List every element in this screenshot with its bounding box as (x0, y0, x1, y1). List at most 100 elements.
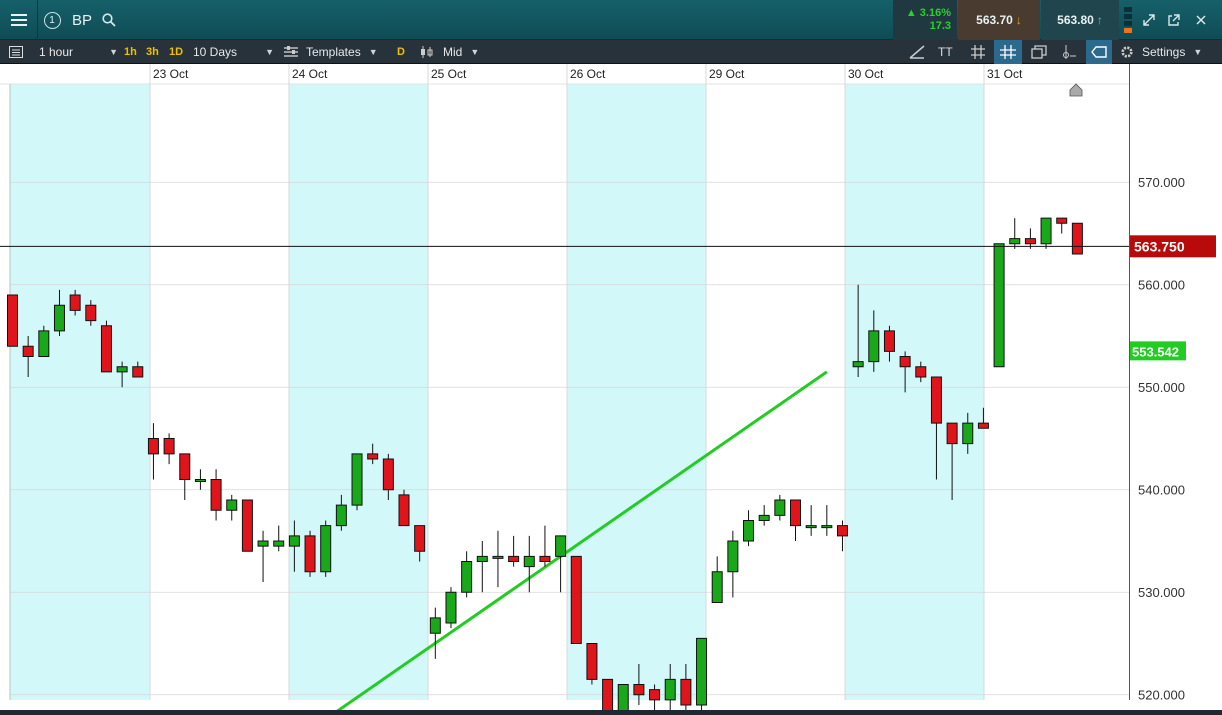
alerts-button[interactable]: 1 (40, 0, 64, 40)
candle (476, 541, 488, 593)
candle (508, 535, 520, 567)
candle (727, 530, 739, 598)
candle (461, 551, 473, 598)
range-select[interactable]: 10 Days ▼ (190, 40, 274, 64)
menu-button[interactable] (0, 0, 38, 40)
instrument-name[interactable]: BP (72, 0, 96, 40)
popout-button[interactable] (1165, 0, 1183, 40)
candle-body (179, 453, 191, 480)
candle-body (664, 678, 676, 701)
buy-price-button[interactable]: 563.80 ↑ (1041, 0, 1119, 40)
candle (179, 453, 191, 500)
candle-body (711, 571, 723, 603)
candle-body (508, 555, 520, 562)
alert-marker-icon (1069, 83, 1083, 97)
chart-area[interactable]: 23 Oct 24 Oct 25 Oct 26 Oct 29 Oct 30 Oct 31 O… (0, 64, 1222, 715)
chevron-down-icon: ▼ (368, 47, 378, 57)
candle-body (993, 243, 1005, 368)
candle-body (163, 438, 175, 455)
candle (320, 520, 332, 577)
range-value: 10 Days (193, 45, 238, 59)
sell-price-button[interactable]: 563.70 ↓ (958, 0, 1040, 40)
indicator-button[interactable] (1059, 40, 1079, 64)
instrument-search-button[interactable] (99, 0, 119, 40)
y-tick-label: 530.000 (1138, 585, 1185, 600)
chevron-down-icon: ▼ (265, 47, 274, 57)
candle-body (649, 689, 661, 701)
x-tick-label: 26 Oct (570, 67, 606, 81)
text-size-button[interactable]: TT (938, 40, 953, 64)
y-axis: 570.000 560.000 550.000 540.000 530.000 520.0… (1069, 83, 1216, 702)
candle-body (899, 356, 911, 368)
x-tick-label: 29 Oct (709, 67, 745, 81)
candle (351, 453, 363, 511)
chevron-down-icon: ▼ (109, 47, 118, 57)
layers-icon (1031, 45, 1047, 59)
interval-select[interactable]: 1 hour ▼ (36, 40, 118, 64)
candle-body (367, 453, 379, 460)
grid-icon (971, 45, 985, 59)
y-tick-label: 540.000 (1138, 482, 1185, 497)
candle-body (758, 514, 770, 521)
candlestick-chart[interactable]: 23 Oct 24 Oct 25 Oct 26 Oct 29 Oct 30 Oct 31 O… (0, 64, 1222, 715)
close-button[interactable] (1192, 0, 1210, 40)
grid-button[interactable] (969, 40, 987, 64)
interval-3h-button[interactable]: 3h (146, 40, 159, 64)
candle-body (617, 684, 629, 715)
indicator-icon (1063, 45, 1076, 59)
candle (743, 510, 755, 547)
crosshair-button[interactable] (994, 40, 1022, 64)
chart-toolbar: 1 hour ▼ 1h 3h 1D 10 Days ▼ Templates ▼ D M… (0, 40, 1222, 64)
x-tick-label: 25 Oct (431, 67, 467, 81)
candle (241, 499, 253, 552)
drawing-tools-button[interactable] (906, 40, 928, 64)
candle (1024, 228, 1036, 249)
change-points: 17.3 (929, 20, 951, 32)
candle (523, 535, 535, 593)
candle (445, 587, 457, 629)
depth-bar (1124, 7, 1132, 12)
expand-button[interactable] (1140, 0, 1158, 40)
candle (398, 489, 410, 527)
candle (790, 499, 801, 541)
candle-body (69, 294, 81, 311)
candle (774, 494, 786, 521)
candle-body (320, 525, 332, 573)
candle (711, 556, 723, 603)
search-icon (102, 13, 116, 27)
sidebar-toggle-button[interactable] (5, 40, 27, 64)
drawing-icon (909, 45, 925, 59)
trendline-value-tag: 553.542 (1130, 341, 1186, 361)
price-mode-select[interactable]: Mid ▼ (420, 40, 486, 64)
popout-icon (1168, 14, 1180, 26)
chevron-down-icon: ▼ (1193, 47, 1203, 57)
candle (993, 243, 1005, 368)
alert-count-badge: 1 (43, 11, 61, 29)
hamburger-icon (10, 14, 27, 26)
candle (257, 530, 269, 582)
templates-select[interactable]: Templates ▼ (284, 40, 382, 64)
interval-value: 1 hour (39, 45, 74, 59)
d-button[interactable]: D (397, 40, 405, 64)
sell-arrow-icon: ↓ (1015, 13, 1022, 27)
candle-body (273, 540, 285, 547)
candle (555, 535, 567, 593)
layers-button[interactable] (1029, 40, 1049, 64)
depth-bar (1124, 28, 1132, 33)
settings-button[interactable]: Settings ▼ (1120, 40, 1216, 64)
interval-1d-button[interactable]: 1D (169, 40, 183, 64)
templates-label: Templates (306, 45, 361, 59)
candle-body (194, 479, 206, 482)
candle-body (836, 525, 848, 537)
candle-body (335, 504, 347, 527)
y-tick-label: 520.000 (1138, 687, 1185, 702)
candle-body (1009, 238, 1021, 245)
price-tag-button[interactable] (1086, 40, 1112, 64)
interval-1h-button[interactable]: 1h (124, 40, 137, 64)
session-shade (289, 84, 428, 700)
candle-body (805, 525, 817, 529)
chevron-down-icon: ▼ (470, 47, 480, 57)
candle (570, 555, 582, 644)
candle-body (398, 494, 410, 527)
header-bar: 1 BP ▲ 3.16% 17.3 563.70 ↓ 563.80 ↑ (0, 0, 1222, 40)
